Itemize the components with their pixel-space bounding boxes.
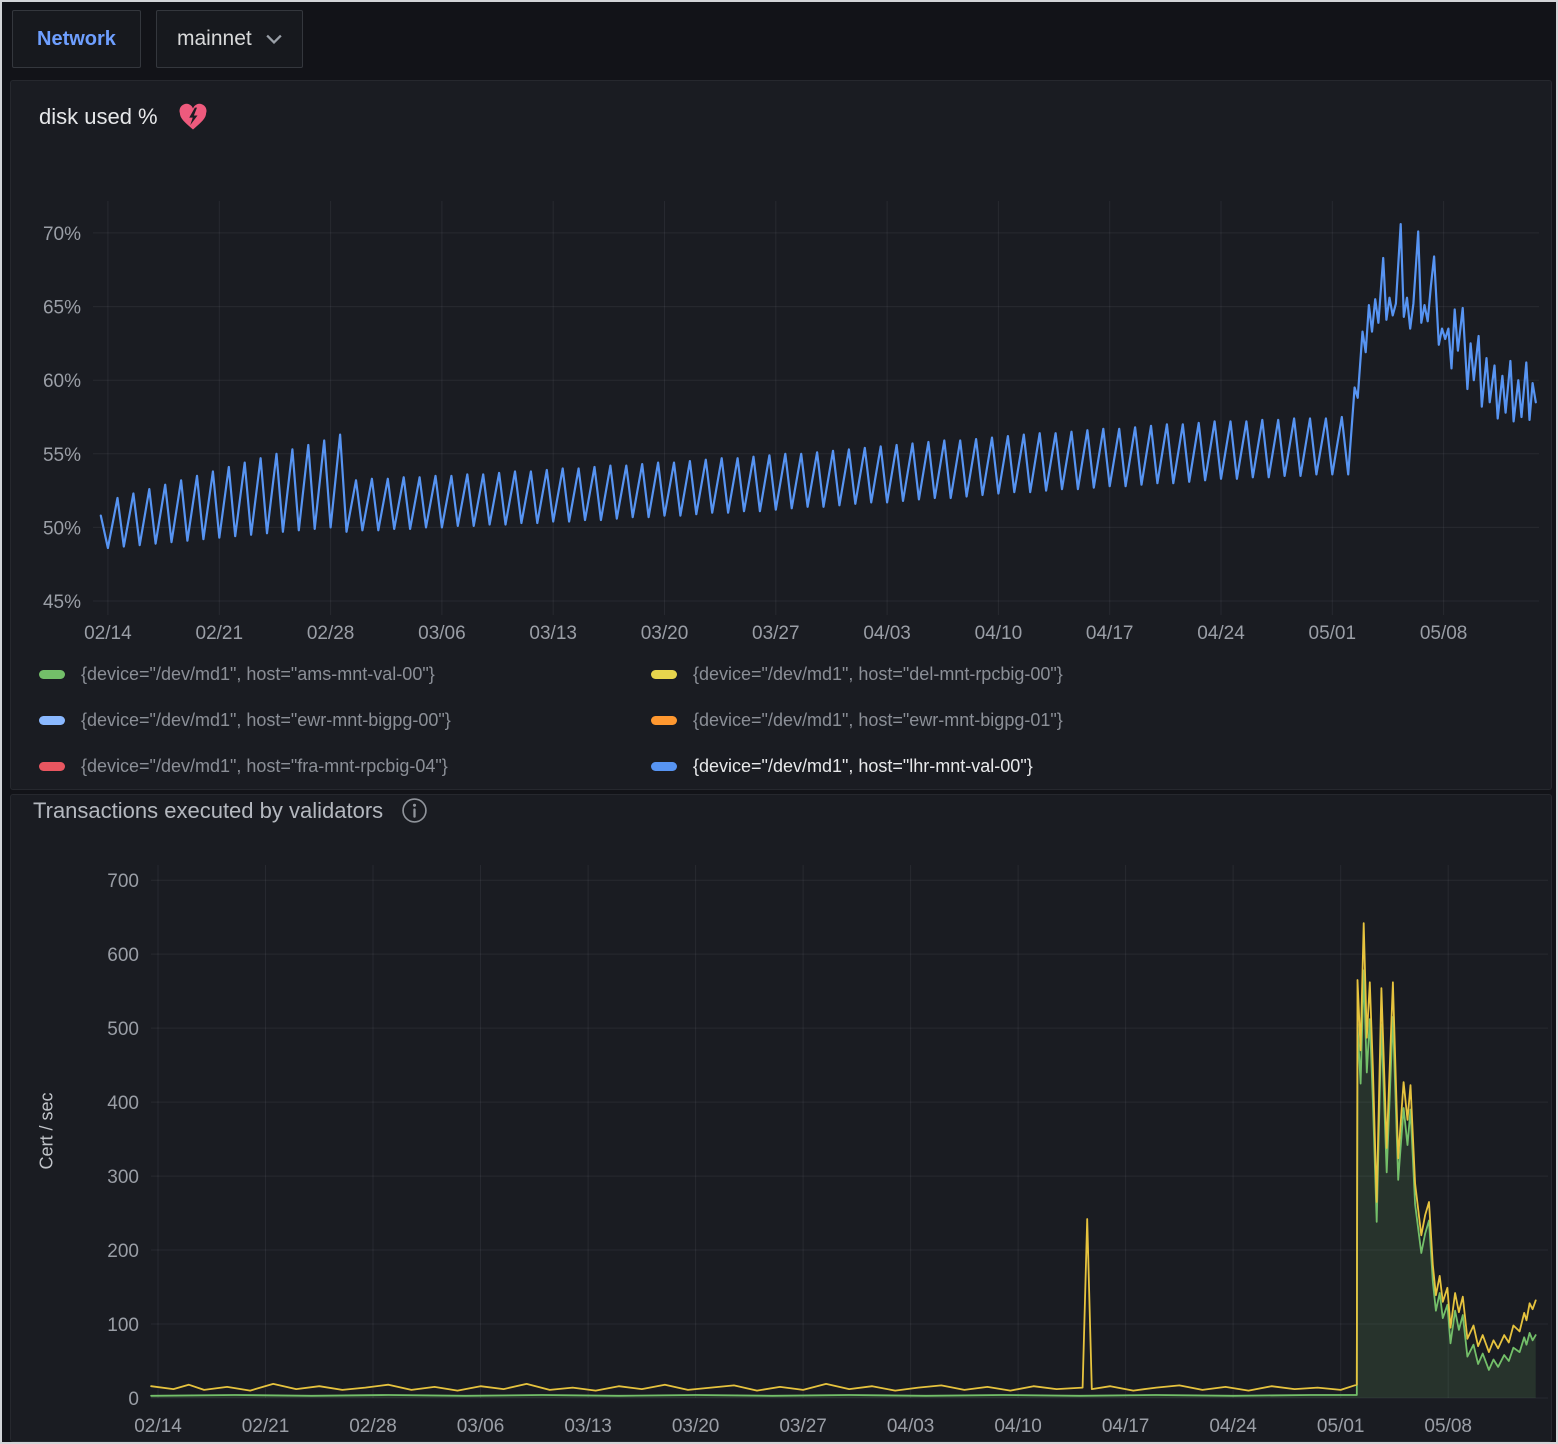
- svg-text:03/20: 03/20: [672, 1416, 720, 1437]
- svg-text:03/13: 03/13: [529, 623, 577, 644]
- legend-item[interactable]: {device="/dev/md1", host="ams-mnt-val-00…: [39, 651, 643, 697]
- transactions-chart[interactable]: 0 100 200 300 400 500 600 700 02/14 02/21 02/28 03/…: [11, 795, 1553, 1443]
- series-line-{device="/dev/md1", host="lhr-mnt-val-00"}: [101, 224, 1536, 548]
- network-variable-select[interactable]: mainnet: [156, 10, 303, 68]
- svg-text:05/08: 05/08: [1420, 623, 1468, 644]
- legend-swatch-icon: [651, 670, 677, 679]
- series-line-series-green: [151, 970, 1536, 1395]
- svg-text:50%: 50%: [43, 518, 81, 539]
- legend-swatch-icon: [39, 716, 65, 725]
- svg-text:02/21: 02/21: [196, 623, 244, 644]
- legend-item[interactable]: {device="/dev/md1", host="del-mnt-rpcbig…: [651, 651, 1063, 697]
- svg-text:0: 0: [128, 1389, 139, 1410]
- grafana-dashboard: { "header": { "network_label": "Network"…: [0, 0, 1558, 1444]
- svg-text:400: 400: [107, 1093, 139, 1114]
- svg-text:03/13: 03/13: [564, 1416, 612, 1437]
- legend-swatch-icon: [651, 762, 677, 771]
- network-variable-label: Network: [12, 10, 141, 68]
- legend-label: {device="/dev/md1", host="fra-mnt-rpcbig…: [81, 756, 448, 777]
- svg-text:45%: 45%: [43, 592, 81, 613]
- legend-label: {device="/dev/md1", host="ewr-mnt-bigpg-…: [81, 710, 451, 731]
- svg-text:03/06: 03/06: [418, 623, 466, 644]
- svg-text:02/14: 02/14: [84, 623, 132, 644]
- svg-text:200: 200: [107, 1241, 139, 1262]
- svg-text:05/01: 05/01: [1317, 1416, 1365, 1437]
- network-value-text: mainnet: [177, 27, 252, 51]
- svg-text:03/20: 03/20: [641, 623, 689, 644]
- svg-text:600: 600: [107, 945, 139, 966]
- svg-text:04/03: 04/03: [887, 1416, 935, 1437]
- svg-text:04/24: 04/24: [1197, 623, 1245, 644]
- svg-text:02/14: 02/14: [134, 1416, 182, 1437]
- svg-text:04/24: 04/24: [1209, 1416, 1257, 1437]
- series-line-series-yellow: [151, 923, 1536, 1391]
- network-label-text: Network: [37, 28, 116, 51]
- svg-text:500: 500: [107, 1019, 139, 1040]
- legend-swatch-icon: [651, 716, 677, 725]
- legend-item[interactable]: {device="/dev/md1", host="ewr-mnt-bigpg-…: [651, 697, 1063, 743]
- svg-text:700: 700: [107, 871, 139, 892]
- svg-text:300: 300: [107, 1167, 139, 1188]
- chevron-down-icon: [266, 34, 282, 44]
- svg-text:04/03: 04/03: [863, 623, 911, 644]
- legend-label: {device="/dev/md1", host="ewr-mnt-bigpg-…: [693, 710, 1063, 731]
- svg-text:100: 100: [107, 1315, 139, 1336]
- transactions-panel: Transactions executed by validators Cert…: [10, 794, 1552, 1442]
- svg-text:03/06: 03/06: [457, 1416, 505, 1437]
- svg-text:70%: 70%: [43, 224, 81, 245]
- svg-text:02/28: 02/28: [349, 1416, 397, 1437]
- legend-swatch-icon: [39, 670, 65, 679]
- legend-label: {device="/dev/md1", host="lhr-mnt-val-00…: [693, 756, 1033, 777]
- svg-text:65%: 65%: [43, 298, 81, 319]
- legend-label: {device="/dev/md1", host="del-mnt-rpcbig…: [693, 664, 1063, 685]
- svg-text:55%: 55%: [43, 445, 81, 466]
- svg-text:02/28: 02/28: [307, 623, 355, 644]
- svg-text:05/08: 05/08: [1424, 1416, 1472, 1437]
- svg-text:02/21: 02/21: [242, 1416, 290, 1437]
- legend-item[interactable]: {device="/dev/md1", host="fra-mnt-rpcbig…: [39, 743, 643, 789]
- svg-text:04/10: 04/10: [975, 623, 1023, 644]
- legend-label: {device="/dev/md1", host="ams-mnt-val-00…: [81, 664, 435, 685]
- legend: {device="/dev/md1", host="ams-mnt-val-00…: [39, 651, 1063, 789]
- svg-text:03/27: 03/27: [752, 623, 800, 644]
- legend-item[interactable]: {device="/dev/md1", host="ewr-mnt-bigpg-…: [39, 697, 643, 743]
- svg-text:05/01: 05/01: [1309, 623, 1357, 644]
- disk-used-panel: disk used % 45%50%55%60%65%70%02/1402/21…: [10, 80, 1552, 790]
- svg-text:04/17: 04/17: [1102, 1416, 1150, 1437]
- svg-text:03/27: 03/27: [779, 1416, 827, 1437]
- svg-text:04/10: 04/10: [994, 1416, 1042, 1437]
- svg-text:04/17: 04/17: [1086, 623, 1134, 644]
- legend-item[interactable]: {device="/dev/md1", host="lhr-mnt-val-00…: [651, 743, 1063, 789]
- svg-text:60%: 60%: [43, 371, 81, 392]
- legend-swatch-icon: [39, 762, 65, 771]
